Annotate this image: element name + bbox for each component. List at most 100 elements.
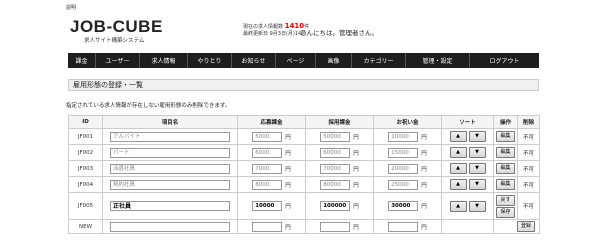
help-link[interactable]: 説明 — [66, 4, 76, 11]
edit-actions: 戻す 保存 — [496, 194, 515, 218]
sort-down-button[interactable]: ▼ — [468, 147, 486, 158]
unit-label: 円 — [421, 134, 427, 141]
edit-button[interactable]: 編集 — [496, 163, 515, 174]
delete-status: 不可 — [517, 176, 540, 193]
edit-button[interactable]: 編集 — [496, 147, 515, 158]
empty-cell — [441, 219, 494, 234]
sort-up-button[interactable]: ▲ — [449, 179, 467, 190]
save-button[interactable]: 保存 — [496, 206, 515, 218]
register-button[interactable]: 登録 — [516, 221, 535, 232]
table-header-row: ID 項目名 応募課金 採用課金 お祝い金 ソート 操作 削除 — [68, 115, 540, 129]
name-input[interactable]: 正社員 — [110, 201, 230, 211]
table-row: JF004 契約社員 8000 円 80000 円 25000 円 ▲ ▼ 編集 不可 — [68, 176, 540, 193]
sort-down-button[interactable]: ▼ — [468, 163, 486, 174]
updated-label: 最終更新日 — [243, 31, 269, 38]
delete-status: 不可 — [517, 144, 540, 161]
nav-item-billing[interactable]: 課金 — [68, 53, 96, 68]
hire-fee-input[interactable]: 100000 — [320, 201, 351, 211]
nav-item-messages[interactable]: やりとり — [188, 53, 232, 68]
col-header-action: 操作 — [493, 115, 518, 129]
edit-button[interactable]: 編集 — [496, 179, 515, 190]
apply-fee-input[interactable]: 10000 — [252, 201, 283, 211]
nav-item-pages[interactable]: ページ — [276, 53, 316, 68]
delete-note: 指定されている求人情報が存在しない雇用形態のみ削除できます。 — [66, 103, 231, 109]
col-header-id: ID — [68, 115, 103, 129]
table-row: JF002 パート 6000 円 60000 円 15000 円 ▲ ▼ 編集 不可 — [68, 144, 540, 161]
sort-up-button[interactable]: ▲ — [449, 163, 467, 174]
row-id: JF005 — [68, 192, 103, 220]
bonus-input[interactable]: 20000 — [388, 163, 419, 174]
table-row: JF003 派遣社員 7000 円 70000 円 20000 円 ▲ ▼ 編集 不可 — [68, 160, 540, 177]
unit-label: 円 — [353, 166, 359, 173]
unit-label: 円 — [285, 182, 291, 189]
delete-status: 不可 — [517, 128, 540, 145]
unit-label: 円 — [421, 166, 427, 173]
nav-item-categories[interactable]: カテゴリー — [352, 53, 406, 68]
new-apply-fee-input[interactable] — [252, 221, 283, 232]
row-id: JF002 — [68, 144, 103, 161]
apply-fee-input[interactable]: 5000 — [252, 131, 283, 142]
col-header-bonus: お祝い金 — [373, 115, 442, 129]
new-hire-fee-input[interactable] — [320, 221, 351, 232]
unit-label: 円 — [421, 182, 427, 189]
sort-down-button[interactable]: ▼ — [468, 179, 486, 190]
unit-label: 円 — [285, 134, 291, 141]
hire-fee-input[interactable]: 70000 — [320, 163, 351, 174]
unit-label: 円 — [421, 204, 427, 210]
table-row-editing: JF005 正社員 10000 円 100000 円 30000 円 ▲ ▼ 戻す 保存 … — [68, 192, 540, 220]
edit-button[interactable]: 編集 — [496, 131, 515, 142]
sort-down-button[interactable]: ▼ — [468, 200, 486, 212]
new-name-input[interactable] — [110, 221, 230, 232]
unit-label: 円 — [353, 204, 359, 210]
stats-label: 現在の求人情報数 — [243, 24, 284, 30]
sort-up-button[interactable]: ▲ — [449, 131, 467, 142]
new-bonus-input[interactable] — [388, 221, 419, 232]
nav-item-settings[interactable]: 管理・設定 — [406, 53, 470, 68]
row-id: JF003 — [68, 160, 103, 177]
name-input[interactable]: アルバイト — [110, 131, 230, 142]
unit-label: 円 — [353, 182, 359, 189]
col-header-sort: ソート — [441, 115, 494, 129]
name-input[interactable]: 派遣社員 — [110, 163, 230, 174]
hire-fee-input[interactable]: 80000 — [320, 179, 351, 190]
apply-fee-input[interactable]: 7000 — [252, 163, 283, 174]
row-id: JF001 — [68, 128, 103, 145]
main-nav: 課金 ユーザー 求人情報 やりとり お知らせ ページ 画像 カテゴリー 管理・設… — [68, 53, 539, 68]
greeting: こんにちは。管理者さん。 — [300, 29, 378, 37]
bonus-input[interactable]: 10000 — [388, 131, 419, 142]
logo-subtitle: 求人サイト構築システム — [84, 38, 145, 44]
hire-fee-input[interactable]: 60000 — [320, 147, 351, 158]
col-header-delete: 削除 — [517, 115, 540, 129]
bonus-input[interactable]: 25000 — [388, 179, 419, 190]
bonus-input[interactable]: 30000 — [388, 201, 419, 211]
logo: JOB-CUBE — [70, 17, 163, 36]
row-id: JF004 — [68, 176, 103, 193]
unit-label: 円 — [285, 166, 291, 173]
unit-label: 円 — [285, 150, 291, 157]
nav-item-users[interactable]: ユーザー — [96, 53, 140, 68]
delete-status: 不可 — [517, 192, 540, 220]
unit-label: 円 — [353, 224, 359, 231]
hire-fee-input[interactable]: 50000 — [320, 131, 351, 142]
unit-label: 円 — [421, 150, 427, 157]
revert-button[interactable]: 戻す — [496, 194, 515, 206]
apply-fee-input[interactable]: 6000 — [252, 147, 283, 158]
nav-item-images[interactable]: 画像 — [316, 53, 352, 68]
bonus-input[interactable]: 15000 — [388, 147, 419, 158]
name-input[interactable]: 契約社員 — [110, 179, 230, 190]
table-row-new: NEW 円 円 円 登録 — [68, 219, 540, 234]
section-title: 雇用形態の登録・一覧 — [68, 79, 539, 91]
col-header-hire-fee: 採用課金 — [305, 115, 374, 129]
nav-item-news[interactable]: お知らせ — [232, 53, 276, 68]
sort-down-button[interactable]: ▼ — [468, 131, 486, 142]
unit-label: 円 — [353, 150, 359, 157]
nav-item-logout[interactable]: ログアウト — [470, 53, 539, 68]
apply-fee-input[interactable]: 8000 — [252, 179, 283, 190]
sort-up-button[interactable]: ▲ — [449, 200, 467, 212]
unit-label: 円 — [353, 134, 359, 141]
table-row: JF001 アルバイト 5000 円 50000 円 10000 円 ▲ ▼ 編集 不可 — [68, 128, 540, 145]
sort-up-button[interactable]: ▲ — [449, 147, 467, 158]
name-input[interactable]: パート — [110, 147, 230, 158]
nav-item-jobs[interactable]: 求人情報 — [140, 53, 188, 68]
unit-label: 円 — [421, 224, 427, 231]
